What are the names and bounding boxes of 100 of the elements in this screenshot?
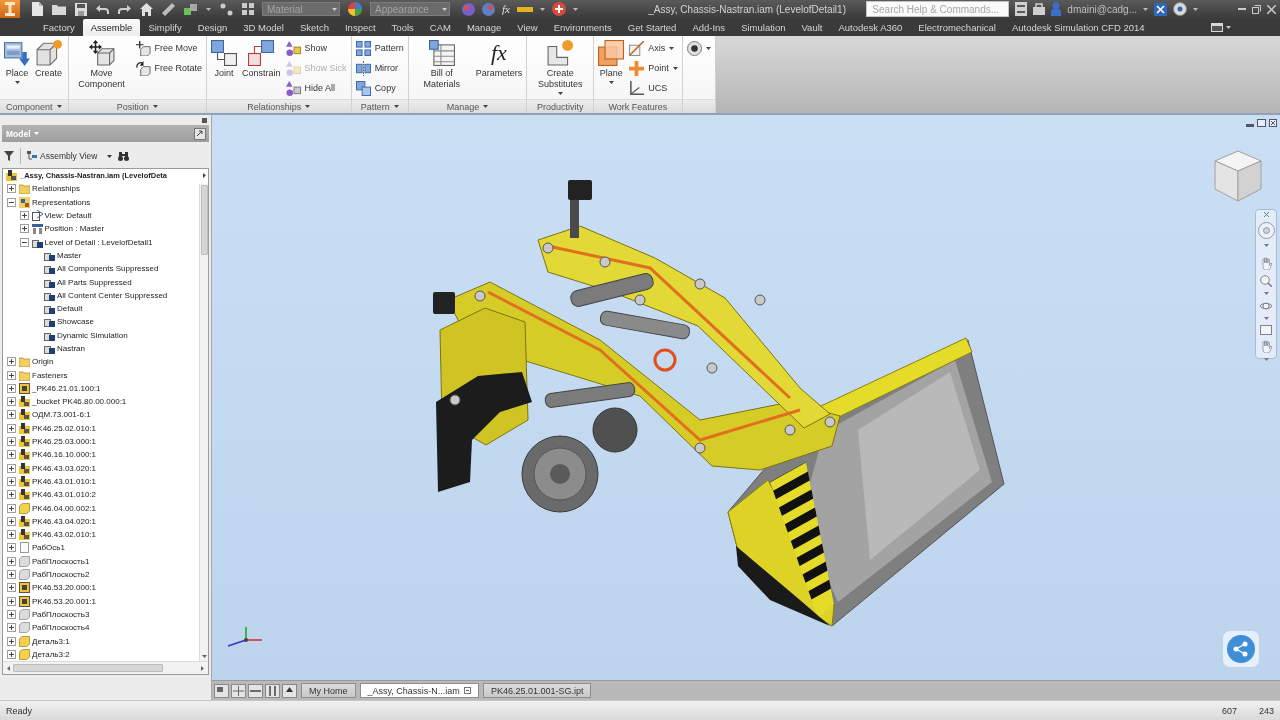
ribbon-tab[interactable]: Design (189, 19, 236, 36)
cubes-icon[interactable] (184, 3, 197, 15)
caret-icon[interactable] (107, 154, 113, 158)
ribbon-tool-button[interactable]: Joint (209, 38, 240, 81)
split-horizontal-icon[interactable] (248, 683, 263, 698)
caret-icon[interactable] (539, 7, 545, 11)
expand-icon[interactable] (7, 570, 16, 580)
expand-icon[interactable] (7, 397, 16, 407)
share-button[interactable] (1223, 631, 1259, 667)
ribbon-tool-button[interactable]: Create (33, 38, 64, 81)
ribbon-tab[interactable]: CAM (421, 19, 459, 36)
ribbon-tool-button[interactable]: Free Rotate (133, 58, 205, 78)
ribbon-tool-button[interactable]: Axis (627, 38, 680, 58)
expand-icon[interactable] (7, 530, 16, 540)
tree-item[interactable]: РабПлоскость3 (32, 609, 90, 619)
caret-icon[interactable] (1225, 25, 1231, 29)
search-field[interactable]: Search Help & Commands... (866, 1, 1010, 17)
tree-item[interactable]: View: Default (44, 211, 92, 221)
expand-icon[interactable] (19, 224, 29, 234)
caret-icon[interactable] (1193, 7, 1198, 11)
expand-icon[interactable] (7, 463, 16, 473)
tree-item[interactable]: Relationships (32, 184, 81, 194)
panel-icon[interactable] (1210, 22, 1223, 32)
expand-icon[interactable] (7, 410, 16, 420)
ribbon-tab[interactable]: Simplify (140, 19, 190, 36)
scroll-left-icon[interactable] (7, 665, 10, 671)
ribbon-tab[interactable]: Autodesk Simulation CFD 2014 (1004, 19, 1153, 36)
ribbon-tool-button[interactable]: Show (283, 38, 349, 58)
panel-menu-button[interactable]: Manage (408, 99, 527, 113)
expand-icon[interactable] (7, 556, 16, 566)
expand-icon[interactable] (7, 583, 16, 593)
horizontal-scrollbar[interactable] (3, 661, 208, 674)
ribbon-tab[interactable]: Inspect (336, 19, 384, 36)
expand-icon[interactable] (7, 423, 16, 433)
ribbon-tab[interactable]: Assemble (82, 19, 141, 36)
window-tile-icon[interactable] (214, 683, 229, 698)
screen-icon[interactable] (1260, 325, 1272, 335)
vertical-scrollbar[interactable] (199, 184, 208, 661)
appearance-dropdown[interactable]: Appearance (370, 2, 450, 16)
tree-item[interactable]: PK46.53.20.001:1 (32, 596, 97, 606)
home-icon[interactable] (140, 2, 153, 16)
expand-icon[interactable] (7, 503, 16, 513)
ribbon-tab[interactable]: Simulation (733, 19, 794, 36)
grid-icon[interactable] (242, 3, 254, 15)
user-menu[interactable]: dmaini@cadg... (1067, 3, 1137, 15)
panel-menu-button[interactable]: Pattern (351, 99, 408, 113)
ribbon-tab[interactable]: Tools (383, 19, 422, 36)
scrollbar-thumb[interactable] (200, 185, 208, 256)
panel-menu-button[interactable]: Position (68, 99, 207, 113)
expand-icon[interactable] (7, 516, 16, 526)
bar-icon[interactable] (516, 6, 533, 12)
ribbon-tool-button[interactable]: fx Parameters (473, 38, 525, 81)
tree-item[interactable]: PK46.25.02.010:1 (32, 423, 97, 433)
expand-icon[interactable] (7, 370, 16, 380)
ribbon-tool-button[interactable]: Free Move (133, 38, 205, 58)
ribbon-tab[interactable]: Add-Ins (684, 19, 734, 36)
caret-icon[interactable] (206, 7, 211, 11)
ribbon-tool-button[interactable]: UCS (627, 78, 680, 98)
sphere-icon[interactable] (482, 2, 495, 16)
ribbon-tab[interactable]: Autodesk A360 (830, 19, 911, 36)
ribbon-tool-button[interactable]: Constrain (240, 38, 283, 81)
expand-icon[interactable] (7, 596, 16, 606)
sphere-icon[interactable] (462, 2, 475, 16)
tree-item[interactable]: Деталь3:1 (32, 636, 70, 646)
binoculars-icon[interactable] (118, 151, 130, 161)
collapse-icon[interactable] (7, 197, 16, 207)
app-menu-button[interactable] (0, 0, 20, 18)
formula-button[interactable]: fx (502, 3, 510, 15)
expand-icon[interactable] (7, 543, 16, 553)
ruler-icon[interactable] (162, 2, 175, 16)
right-caret-icon[interactable] (203, 173, 206, 179)
tree-item[interactable]: РабОсь1 (32, 543, 65, 553)
tree-item[interactable]: Level of Detail : LevelofDetail1 (44, 237, 153, 247)
window-grid-icon[interactable] (231, 683, 246, 698)
swap-icon[interactable] (1015, 2, 1028, 16)
bag-icon[interactable] (1033, 3, 1046, 15)
ribbon-tool-button[interactable]: Hide All (283, 78, 349, 98)
filter-icon[interactable] (4, 151, 14, 161)
panel-menu-button[interactable]: Component (0, 99, 68, 113)
tree-item[interactable]: All Parts Suppressed (57, 277, 132, 287)
expand-icon[interactable] (7, 184, 16, 194)
expand-icon[interactable] (7, 450, 16, 460)
tab-menu-icon[interactable] (463, 687, 471, 694)
scroll-right-icon[interactable] (201, 665, 204, 671)
tree-item[interactable]: Showcase (57, 317, 94, 327)
split-vertical-icon[interactable] (265, 683, 280, 698)
tree-item[interactable]: PK46.43.01.010:2 (32, 490, 97, 500)
tree-item[interactable]: PK46.43.02.010:1 (32, 530, 97, 540)
tree-item[interactable]: PK46.16.10.000:1 (32, 450, 97, 460)
ribbon-tool-button[interactable]: Pattern (353, 38, 406, 58)
panel-menu-button[interactable]: Relationships (207, 99, 351, 113)
tree-item[interactable]: PK46.04.00.002:1 (32, 503, 97, 513)
color-sphere-icon[interactable] (348, 2, 362, 16)
ribbon-tab[interactable]: View (509, 19, 546, 36)
tree-item[interactable]: PK46.43.04.020:1 (32, 516, 97, 526)
document-tab[interactable]: PK46.25.01.001-SG.ipt (482, 683, 592, 698)
collapse-icon[interactable] (19, 237, 29, 247)
ribbon-tool-button[interactable]: Point (627, 58, 680, 78)
scroll-down-icon[interactable] (201, 655, 207, 658)
help-icon[interactable] (1173, 2, 1187, 16)
